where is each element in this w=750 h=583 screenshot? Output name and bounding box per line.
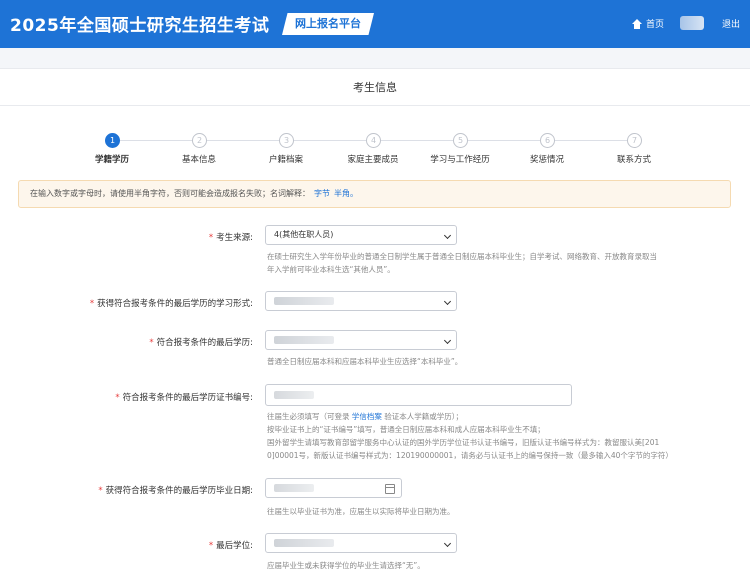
step-4-circle[interactable]: 4 xyxy=(366,133,381,148)
home-link[interactable]: 首页 xyxy=(632,17,664,30)
section-title: 考生信息 xyxy=(0,68,750,106)
last-education-label: * 符合报考条件的最后学历: xyxy=(149,338,253,348)
source-select[interactable]: 4(其他在职人员) xyxy=(265,225,457,245)
last-degree-hint: 应届毕业生或未获得学位的毕业生请选择“无”。 xyxy=(267,561,425,570)
last-education-hint: 普通全日制应届本科和应届本科毕业生应选择“本科毕业”。 xyxy=(267,357,463,366)
logout-button[interactable]: 退出 xyxy=(722,17,740,30)
exam-title: 2025年全国硕士研究生招生考试 xyxy=(10,16,270,36)
last-education-select[interactable] xyxy=(265,330,457,350)
last-degree-select[interactable] xyxy=(265,533,457,553)
step-7-circle[interactable]: 7 xyxy=(627,133,642,148)
study-form-label: * 获得符合报考条件的最后学历的学习形式: xyxy=(89,299,253,309)
step-6-label[interactable]: 奖惩情况 xyxy=(530,153,564,165)
step-3-circle[interactable]: 3 xyxy=(279,133,294,148)
home-label: 首页 xyxy=(646,20,665,30)
study-form-select[interactable] xyxy=(265,291,457,311)
step-3-label[interactable]: 户籍档案 xyxy=(269,153,303,165)
source-label: * 考生来源: xyxy=(208,233,253,243)
step-5-circle[interactable]: 5 xyxy=(453,133,468,148)
chevron-down-icon xyxy=(443,539,452,548)
certificate-input[interactable] xyxy=(265,384,572,406)
grad-date-label: * 获得符合报考条件的最后学历毕业日期: xyxy=(98,486,253,496)
step-2-circle[interactable]: 2 xyxy=(192,133,207,148)
step-1-label[interactable]: 学籍学历 xyxy=(95,153,129,165)
chevron-down-icon xyxy=(443,297,452,306)
grad-date-hint: 往届生以毕业证书为准，应届生以实际将毕业日期为准。 xyxy=(267,507,455,516)
redacted-value xyxy=(274,335,334,344)
last-degree-label: * 最后学位: xyxy=(208,541,253,551)
redacted-value xyxy=(274,391,314,399)
redacted-value xyxy=(274,296,334,305)
top-header: 2025年全国硕士研究生招生考试 网上报名平台 首页 退出 xyxy=(0,0,750,48)
glossary-link-half-width[interactable]: 半角。 xyxy=(334,189,358,198)
redacted-value xyxy=(274,538,334,547)
chevron-down-icon xyxy=(443,231,452,240)
home-icon xyxy=(632,18,642,29)
step-4-label[interactable]: 家庭主要成员 xyxy=(347,153,398,165)
notice-text: 在输入数字或字母时，请使用半角字符，否则可能会造成报名失败；名词解释： xyxy=(30,189,310,198)
step-5-label[interactable]: 学习与工作经历 xyxy=(430,153,490,165)
glossary-link-byte[interactable]: 字节 xyxy=(314,189,330,198)
certificate-label: * 符合报考条件的最后学历证书编号: xyxy=(115,393,253,403)
calendar-icon[interactable] xyxy=(385,484,395,494)
step-1-circle[interactable]: 1 xyxy=(105,133,120,148)
step-2-label[interactable]: 基本信息 xyxy=(182,153,216,165)
user-avatar xyxy=(680,16,704,30)
step-6-circle[interactable]: 6 xyxy=(540,133,555,148)
platform-badge: 网上报名平台 xyxy=(282,13,374,35)
half-width-notice: 在输入数字或字母时，请使用半角字符，否则可能会造成报名失败；名词解释： 字节 半角。 xyxy=(18,180,731,208)
step-7-label[interactable]: 联系方式 xyxy=(617,153,651,165)
chevron-down-icon xyxy=(443,336,452,345)
certificate-hint: 往届生必须填写（可登录 学信档案 验证本人学籍或学历）； 按毕业证书上的“证书编… xyxy=(267,412,673,460)
xuexin-archive-link[interactable]: 学信档案 xyxy=(352,412,382,421)
source-hint: 在硕士研究生入学年份毕业的普通全日制学生属于普通全日制应届本科毕业生；自学考试、… xyxy=(267,252,657,274)
grad-date-input[interactable] xyxy=(265,478,402,498)
redacted-value xyxy=(274,484,314,492)
